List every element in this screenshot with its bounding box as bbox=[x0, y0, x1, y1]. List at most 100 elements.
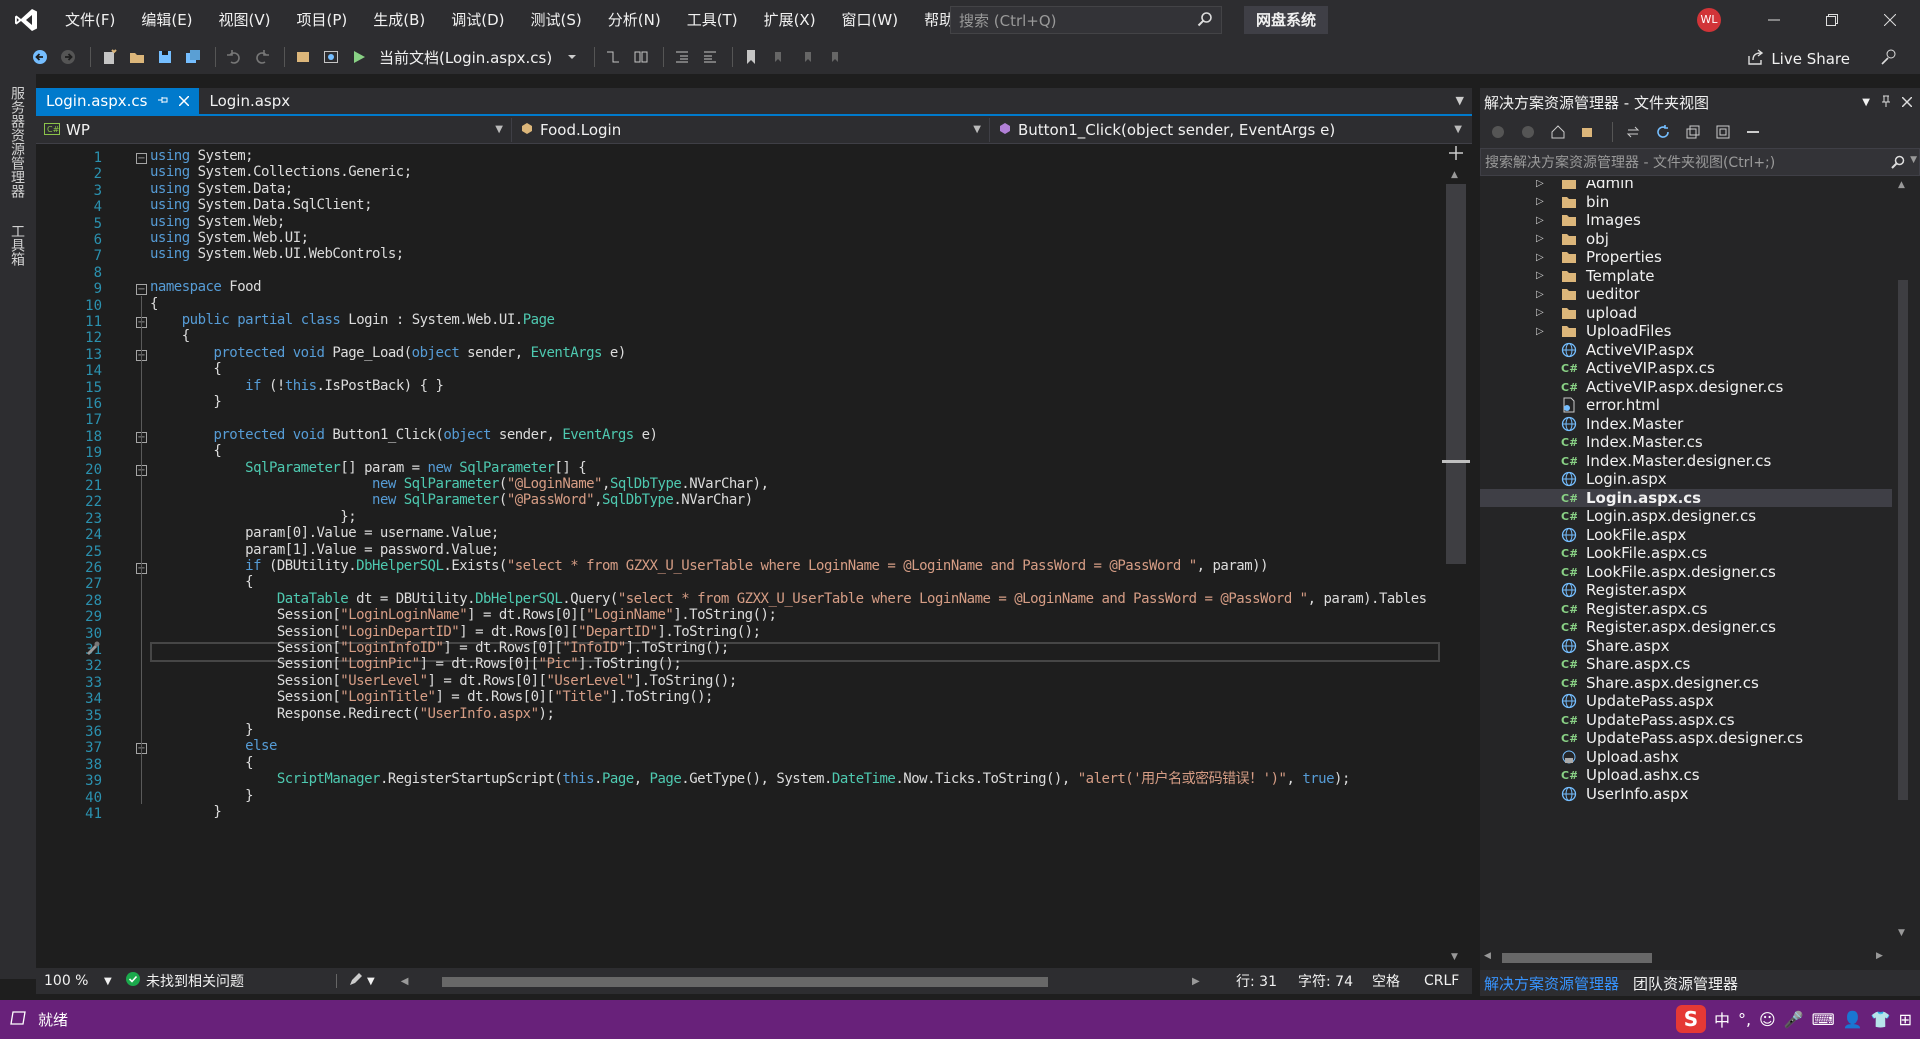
code-line[interactable]: { bbox=[150, 328, 190, 344]
editor-vertical-scrollbar[interactable]: ▲ ▼ bbox=[1440, 144, 1472, 968]
avatar[interactable]: WL bbox=[1697, 8, 1721, 32]
code-line[interactable]: else bbox=[150, 738, 277, 754]
tree-item[interactable]: ▷ bin bbox=[1480, 193, 1892, 212]
code-line[interactable]: SqlParameter[] param = new SqlParameter[… bbox=[150, 460, 586, 476]
code-line[interactable]: using System.Data.SqlClient; bbox=[150, 197, 373, 213]
search-icon[interactable] bbox=[1197, 11, 1213, 31]
expand-arrow-icon[interactable]: ▷ bbox=[1536, 289, 1546, 300]
expand-arrow-icon[interactable]: ▷ bbox=[1536, 307, 1546, 318]
tree-item[interactable]: Share.aspx bbox=[1480, 637, 1892, 656]
restore-button[interactable] bbox=[1804, 0, 1860, 40]
sogou-ime-icon[interactable]: S bbox=[1675, 1005, 1706, 1033]
code-line[interactable]: using System.Web.UI; bbox=[150, 230, 309, 246]
tree-item[interactable]: Login.aspx bbox=[1480, 470, 1892, 489]
tree-item[interactable]: C# UpdatePass.aspx.cs bbox=[1480, 711, 1892, 730]
menu-item[interactable]: 窗口(W) bbox=[829, 0, 912, 40]
member-dropdown[interactable]: Button1_Click(object sender, EventArgs e… bbox=[990, 118, 1470, 142]
minimize-button[interactable] bbox=[1746, 0, 1802, 40]
run-target-label[interactable]: 当前文档(Login.aspx.cs) bbox=[379, 47, 552, 68]
tree-item[interactable]: ▷ UploadFiles bbox=[1480, 322, 1892, 341]
tree-item[interactable]: Upload.ashx bbox=[1480, 748, 1892, 767]
new-project-icon[interactable] bbox=[97, 45, 121, 69]
code-line[interactable]: { bbox=[150, 361, 221, 377]
indent-icon[interactable] bbox=[670, 45, 694, 69]
tree-item[interactable]: Index.Master bbox=[1480, 415, 1892, 434]
minus-icon[interactable] bbox=[1741, 120, 1765, 144]
tree-item[interactable]: C# Upload.ashx.cs bbox=[1480, 766, 1892, 785]
chevron-down-icon[interactable]: ▼ bbox=[367, 976, 375, 987]
microphone-icon[interactable]: 🎤 bbox=[1784, 1010, 1804, 1029]
pin-icon[interactable] bbox=[1880, 93, 1892, 111]
line-indicator[interactable]: 行: 31 bbox=[1236, 971, 1277, 991]
menu-item[interactable]: 测试(S) bbox=[518, 0, 595, 40]
code-line[interactable]: public partial class Login : System.Web.… bbox=[150, 312, 555, 328]
tree-item[interactable]: C# ActiveVIP.aspx.designer.cs bbox=[1480, 378, 1892, 397]
chevron-down-icon[interactable]: ▼ bbox=[104, 976, 120, 987]
code-line[interactable]: param[0].Value = username.Value; bbox=[150, 525, 499, 541]
solution-explorer-vertical-scrollbar[interactable]: ▲ ▼ bbox=[1892, 180, 1914, 970]
brush-icon[interactable] bbox=[349, 972, 363, 990]
scroll-down-icon[interactable]: ▼ bbox=[1451, 952, 1458, 962]
tree-item[interactable]: C# UpdatePass.aspx.designer.cs bbox=[1480, 729, 1892, 748]
ime-punctuation[interactable]: °, bbox=[1738, 1010, 1751, 1029]
code-line[interactable]: if (!this.IsPostBack) { } bbox=[150, 378, 444, 394]
expand-arrow-icon[interactable]: ▷ bbox=[1536, 233, 1546, 244]
whitespace-indicator[interactable]: 空格 bbox=[1372, 971, 1400, 991]
home-icon[interactable] bbox=[1546, 120, 1570, 144]
code-line[interactable]: Session["LoginInfoID"] = dt.Rows[0]["Inf… bbox=[150, 640, 729, 656]
ime-chinese-mode[interactable]: 中 bbox=[1714, 1007, 1730, 1031]
tree-item[interactable]: C# Index.Master.cs bbox=[1480, 433, 1892, 452]
code-line[interactable]: using System.Data; bbox=[150, 181, 293, 197]
tree-item[interactable]: error.html bbox=[1480, 396, 1892, 415]
code-line[interactable]: namespace Food bbox=[150, 279, 262, 295]
scroll-up-icon[interactable]: ▲ bbox=[1451, 170, 1458, 180]
issues-status[interactable]: 未找到相关问题 bbox=[146, 971, 336, 991]
search-input[interactable]: 搜索 (Ctrl+Q) bbox=[950, 6, 1222, 34]
code-line[interactable]: { bbox=[150, 443, 221, 459]
tree-item[interactable]: ▷ Properties bbox=[1480, 248, 1892, 267]
code-line[interactable]: using System.Collections.Generic; bbox=[150, 164, 412, 180]
open-file-icon[interactable] bbox=[125, 45, 149, 69]
tree-item[interactable]: C# Register.aspx.cs bbox=[1480, 600, 1892, 619]
solution-explorer-search-input[interactable]: 搜索解决方案资源管理器 - 文件夹视图(Ctrl+;) ▼ bbox=[1480, 148, 1920, 176]
prev-bookmark-icon[interactable] bbox=[767, 45, 791, 69]
code-line[interactable]: Session["LoginTitle"] = dt.Rows[0]["Titl… bbox=[150, 689, 714, 705]
tab-login-aspx[interactable]: Login.aspx bbox=[199, 88, 300, 114]
tab-solution-explorer[interactable]: 解决方案资源管理器 bbox=[1484, 973, 1619, 994]
emoji-icon[interactable]: ☺ bbox=[1759, 1010, 1776, 1029]
tree-item[interactable]: ▷ Images bbox=[1480, 211, 1892, 230]
column-indicator[interactable]: 字符: 74 bbox=[1298, 971, 1353, 991]
class-dropdown[interactable]: Food.Login ▼ bbox=[512, 117, 990, 142]
scrollbar-thumb[interactable] bbox=[1446, 184, 1466, 564]
tree-item[interactable]: ▷ Template bbox=[1480, 267, 1892, 286]
tree-item[interactable]: ▷ ueditor bbox=[1480, 285, 1892, 304]
scroll-down-icon[interactable]: ▼ bbox=[1898, 928, 1905, 938]
close-window-button[interactable] bbox=[1862, 0, 1918, 40]
expand-arrow-icon[interactable]: ▷ bbox=[1536, 326, 1546, 337]
code-line[interactable]: Session["LoginDepartID"] = dt.Rows[0]["D… bbox=[150, 624, 761, 640]
tree-item[interactable]: C# Share.aspx.designer.cs bbox=[1480, 674, 1892, 693]
code-line[interactable]: { bbox=[150, 574, 253, 590]
step-into-icon[interactable] bbox=[601, 45, 625, 69]
tab-login-aspx-cs[interactable]: Login.aspx.cs bbox=[36, 88, 200, 114]
code-line[interactable]: DataTable dt = DBUtility.DbHelperSQL.Que… bbox=[150, 591, 1427, 607]
forward-icon[interactable] bbox=[56, 45, 80, 69]
project-dropdown[interactable]: C# WP ▼ bbox=[36, 117, 512, 142]
tree-item[interactable]: ▷ obj bbox=[1480, 230, 1892, 249]
tree-item[interactable]: LookFile.aspx bbox=[1480, 526, 1892, 545]
code-line[interactable]: } bbox=[150, 804, 221, 820]
search-icon[interactable] bbox=[1891, 155, 1905, 173]
tree-item[interactable]: C# LookFile.aspx.designer.cs bbox=[1480, 563, 1892, 582]
tree-item[interactable]: UserInfo.aspx bbox=[1480, 785, 1892, 804]
scrollbar-thumb[interactable] bbox=[442, 977, 1048, 987]
scroll-right-icon[interactable]: ▶ bbox=[1876, 951, 1883, 961]
toolbox-tab[interactable]: 工具箱 bbox=[9, 224, 27, 266]
close-icon[interactable] bbox=[178, 92, 191, 110]
keyboard-icon[interactable]: ⌨ bbox=[1812, 1010, 1835, 1029]
code-line[interactable]: new SqlParameter("@PassWord",SqlDbType.N… bbox=[150, 492, 753, 508]
output-window-icon[interactable] bbox=[10, 1010, 26, 1029]
tab-team-explorer[interactable]: 团队资源管理器 bbox=[1633, 973, 1738, 994]
menu-item[interactable]: 生成(B) bbox=[360, 0, 438, 40]
find-in-files-icon[interactable] bbox=[291, 45, 315, 69]
code-editor[interactable]: 1 using System; 2 using System.Collections.… bbox=[36, 144, 1440, 964]
